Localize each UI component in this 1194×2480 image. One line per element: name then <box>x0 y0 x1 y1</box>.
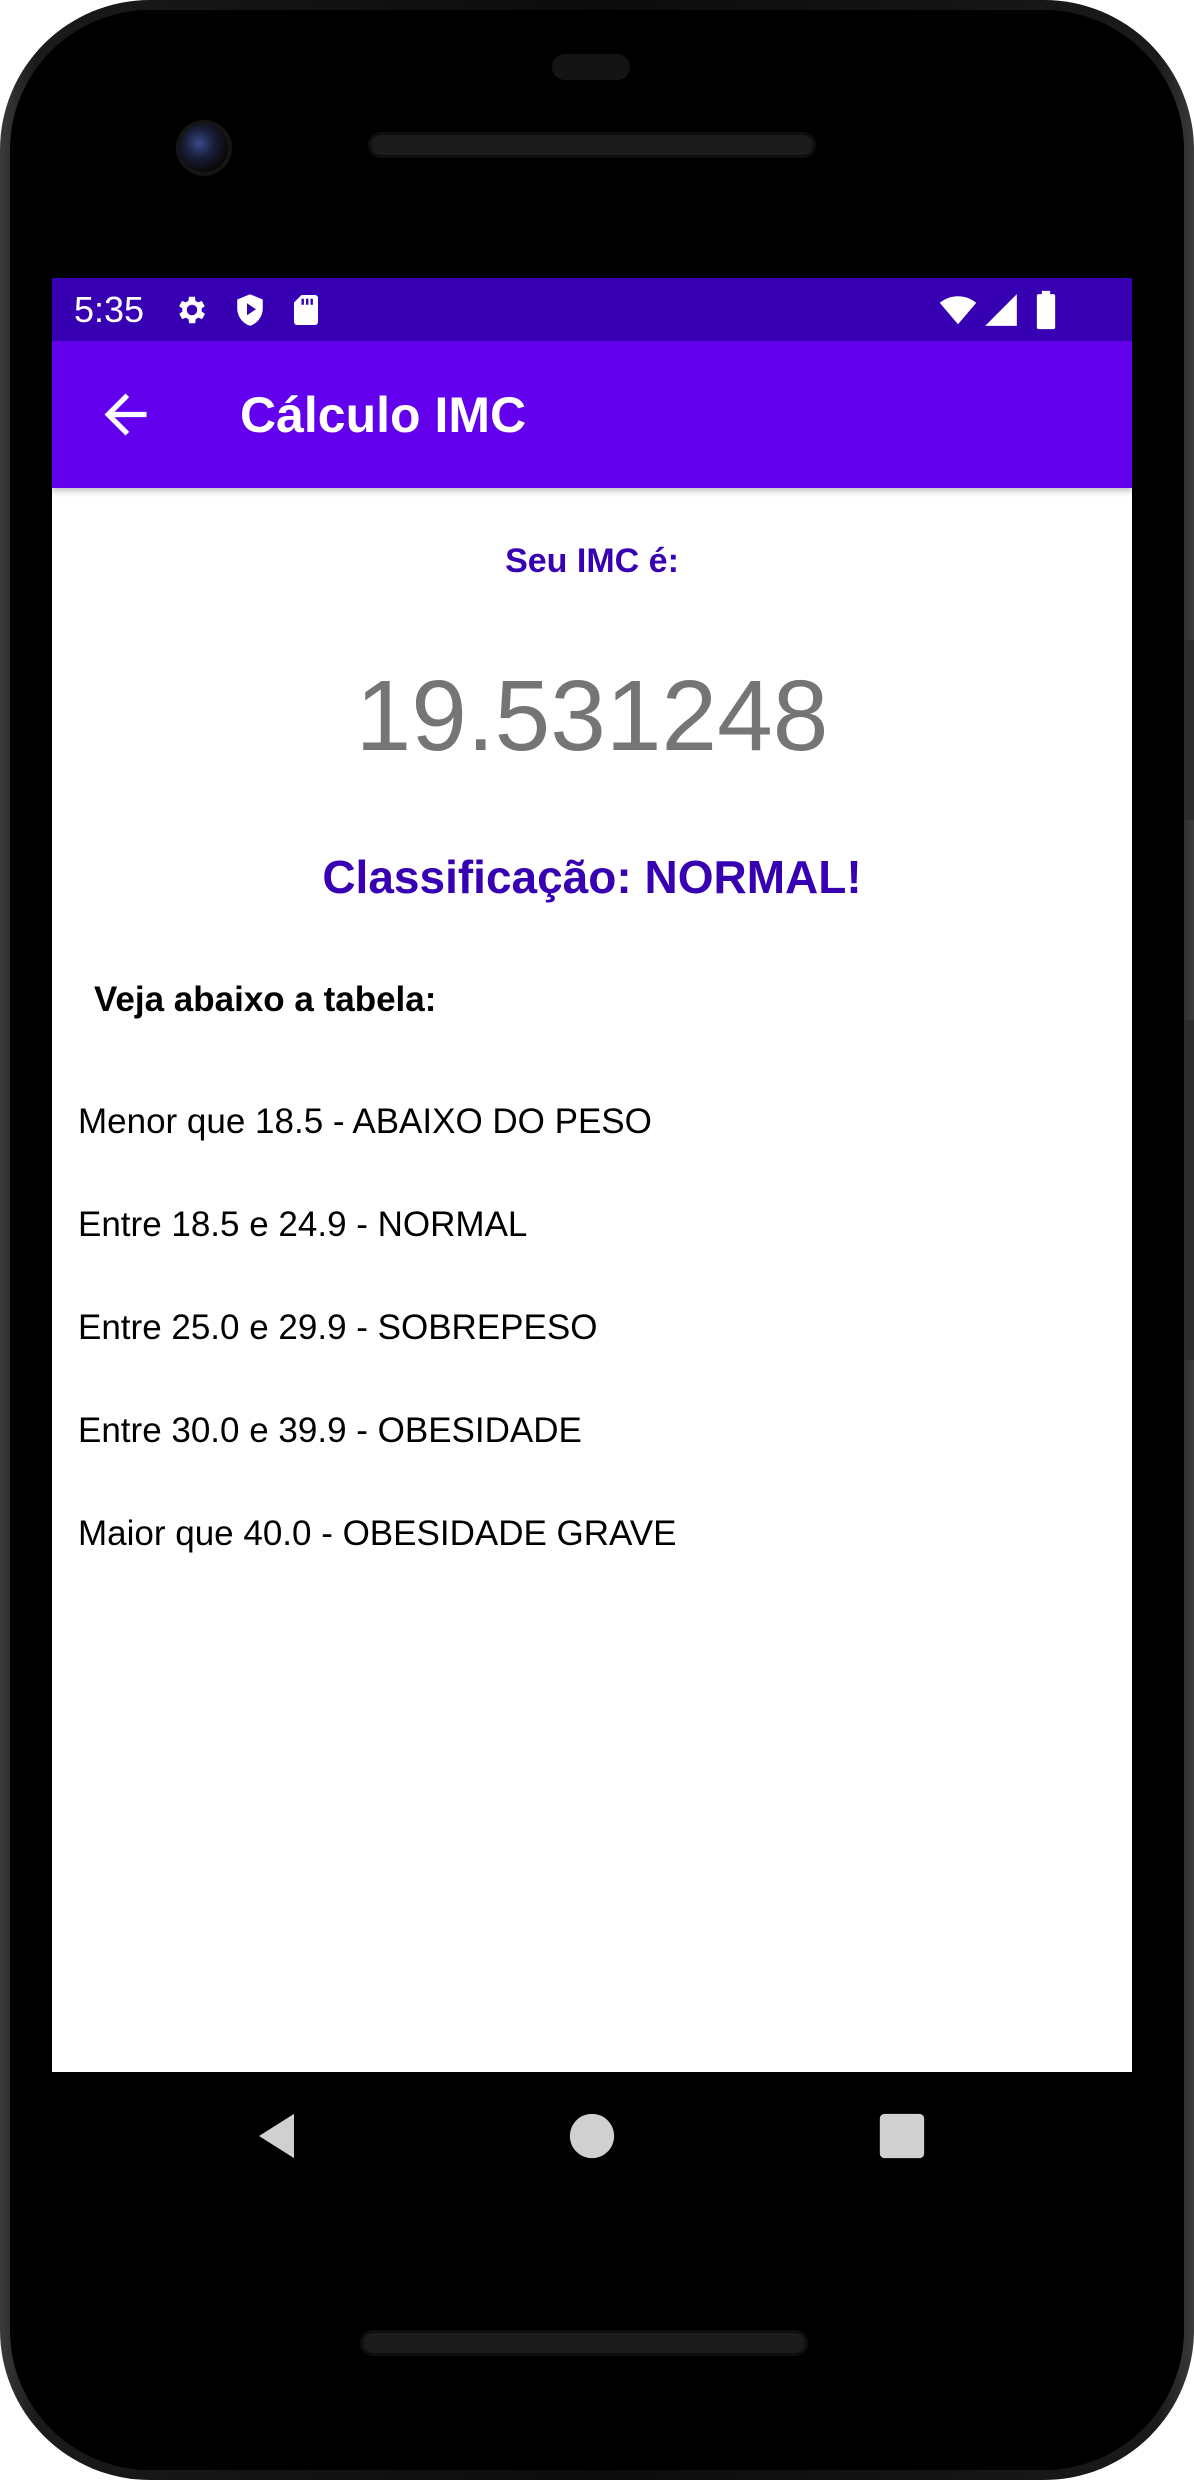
power-button <box>1184 640 1194 820</box>
page-title: Cálculo IMC <box>240 387 527 443</box>
range-item-obesity: Entre 30.0 e 39.9 - OBESIDADE <box>78 1411 582 1450</box>
imc-label: Seu IMC é: <box>505 542 679 580</box>
home-circle-icon[interactable] <box>564 2108 620 2164</box>
arrow-back-icon[interactable] <box>94 383 157 446</box>
app-bar: Cálculo IMC <box>52 341 1132 488</box>
top-speaker-grille <box>368 132 816 158</box>
back-triangle-icon[interactable] <box>252 2108 308 2164</box>
status-bar: 5:35 <box>52 278 1132 341</box>
shield-play-icon <box>237 294 263 326</box>
range-item-overweight: Entre 25.0 e 29.9 - SOBREPESO <box>78 1308 598 1347</box>
battery-icon <box>1036 290 1056 330</box>
imc-value: 19.531248 <box>355 660 829 772</box>
gear-icon <box>179 296 206 324</box>
bottom-speaker-grille <box>360 2330 808 2356</box>
table-heading: Veja abaixo a tabela: <box>94 980 437 1019</box>
classification-text: Classificação: NORMAL! <box>322 851 862 903</box>
range-item-underweight: Menor que 18.5 - ABAIXO DO PESO <box>78 1102 652 1141</box>
main-content: Seu IMC é: 19.531248 Classificação: NORM… <box>52 488 1132 2072</box>
range-item-normal: Entre 18.5 e 24.9 - NORMAL <box>78 1205 528 1244</box>
earpiece <box>552 54 630 80</box>
range-item-severe-obesity: Maior que 40.0 - OBESIDADE GRAVE <box>78 1514 677 1553</box>
volume-rocker <box>1184 1020 1194 1360</box>
status-time: 5:35 <box>74 289 145 330</box>
system-nav-bar <box>52 2072 1132 2198</box>
wifi-icon <box>939 296 977 325</box>
screen: 5:35 Cálculo IMC Seu IMC é: 19.531248 Cl… <box>52 278 1132 2072</box>
phone-frame: 5:35 Cálculo IMC Seu IMC é: 19.531248 Cl… <box>0 0 1194 2480</box>
front-camera <box>180 124 228 172</box>
recents-square-icon[interactable] <box>874 2108 930 2164</box>
cell-signal-icon <box>985 294 1017 326</box>
sd-card-icon <box>294 295 318 325</box>
